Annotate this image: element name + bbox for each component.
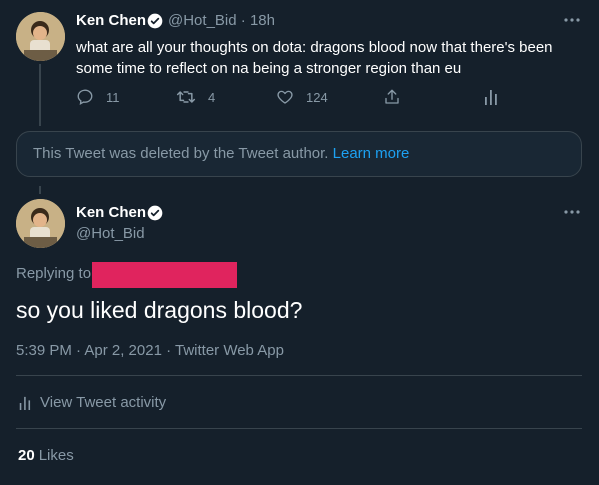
- likes-label: Likes: [38, 447, 74, 464]
- avatar[interactable]: [16, 199, 65, 248]
- like-count: 124: [306, 89, 328, 105]
- tweet-timestamp[interactable]: 5:39 PM · Apr 2, 2021 · Twitter Web App: [16, 342, 284, 359]
- analytics-button[interactable]: [483, 88, 499, 106]
- reply-button[interactable]: 11: [76, 88, 120, 106]
- tweet-text: so you liked dragons blood?: [16, 297, 303, 323]
- tweet-text: what are all your thoughts on dota: drag…: [76, 39, 553, 77]
- share-icon: [385, 89, 399, 104]
- heart-icon: [277, 90, 293, 104]
- tweet-time[interactable]: 18h: [250, 12, 275, 29]
- more-icon[interactable]: [562, 14, 582, 26]
- thread-line: [39, 186, 41, 194]
- redacted-username: [92, 262, 237, 288]
- analytics-icon: [485, 90, 497, 105]
- author-name[interactable]: Ken Chen: [76, 12, 146, 29]
- author-handle[interactable]: @Hot_Bid: [168, 12, 237, 29]
- divider: [16, 375, 582, 376]
- view-tweet-activity-button[interactable]: View Tweet activity: [18, 394, 166, 411]
- separator: ·: [240, 12, 246, 29]
- retweet-icon: [176, 91, 196, 103]
- thread-line: [39, 64, 41, 126]
- handle-time: @Hot_Bid · 18h: [168, 12, 275, 29]
- share-button[interactable]: [383, 88, 401, 106]
- learn-more-link[interactable]: Learn more: [333, 145, 410, 162]
- activity-label: View Tweet activity: [40, 394, 167, 411]
- author-handle[interactable]: @Hot_Bid: [76, 225, 145, 242]
- verified-badge-icon: [147, 205, 163, 221]
- reply-count: 11: [106, 89, 120, 105]
- author-name[interactable]: Ken Chen: [76, 204, 146, 221]
- verified-badge-icon: [147, 13, 163, 29]
- more-icon[interactable]: [562, 206, 582, 218]
- replying-to-label: Replying to: [16, 265, 92, 282]
- like-button[interactable]: 124: [276, 88, 328, 106]
- likes-count: 20: [18, 447, 35, 464]
- analytics-icon: [19, 396, 31, 410]
- deleted-notice-text: This Tweet was deleted by the Tweet auth…: [33, 145, 329, 162]
- deleted-tweet-notice: This Tweet was deleted by the Tweet auth…: [16, 131, 582, 177]
- divider: [16, 428, 582, 429]
- retweet-button[interactable]: 4: [176, 88, 215, 106]
- avatar[interactable]: [16, 12, 65, 61]
- likes-link[interactable]: 20 Likes: [18, 447, 74, 464]
- retweet-count: 4: [208, 89, 216, 105]
- reply-icon: [77, 89, 93, 106]
